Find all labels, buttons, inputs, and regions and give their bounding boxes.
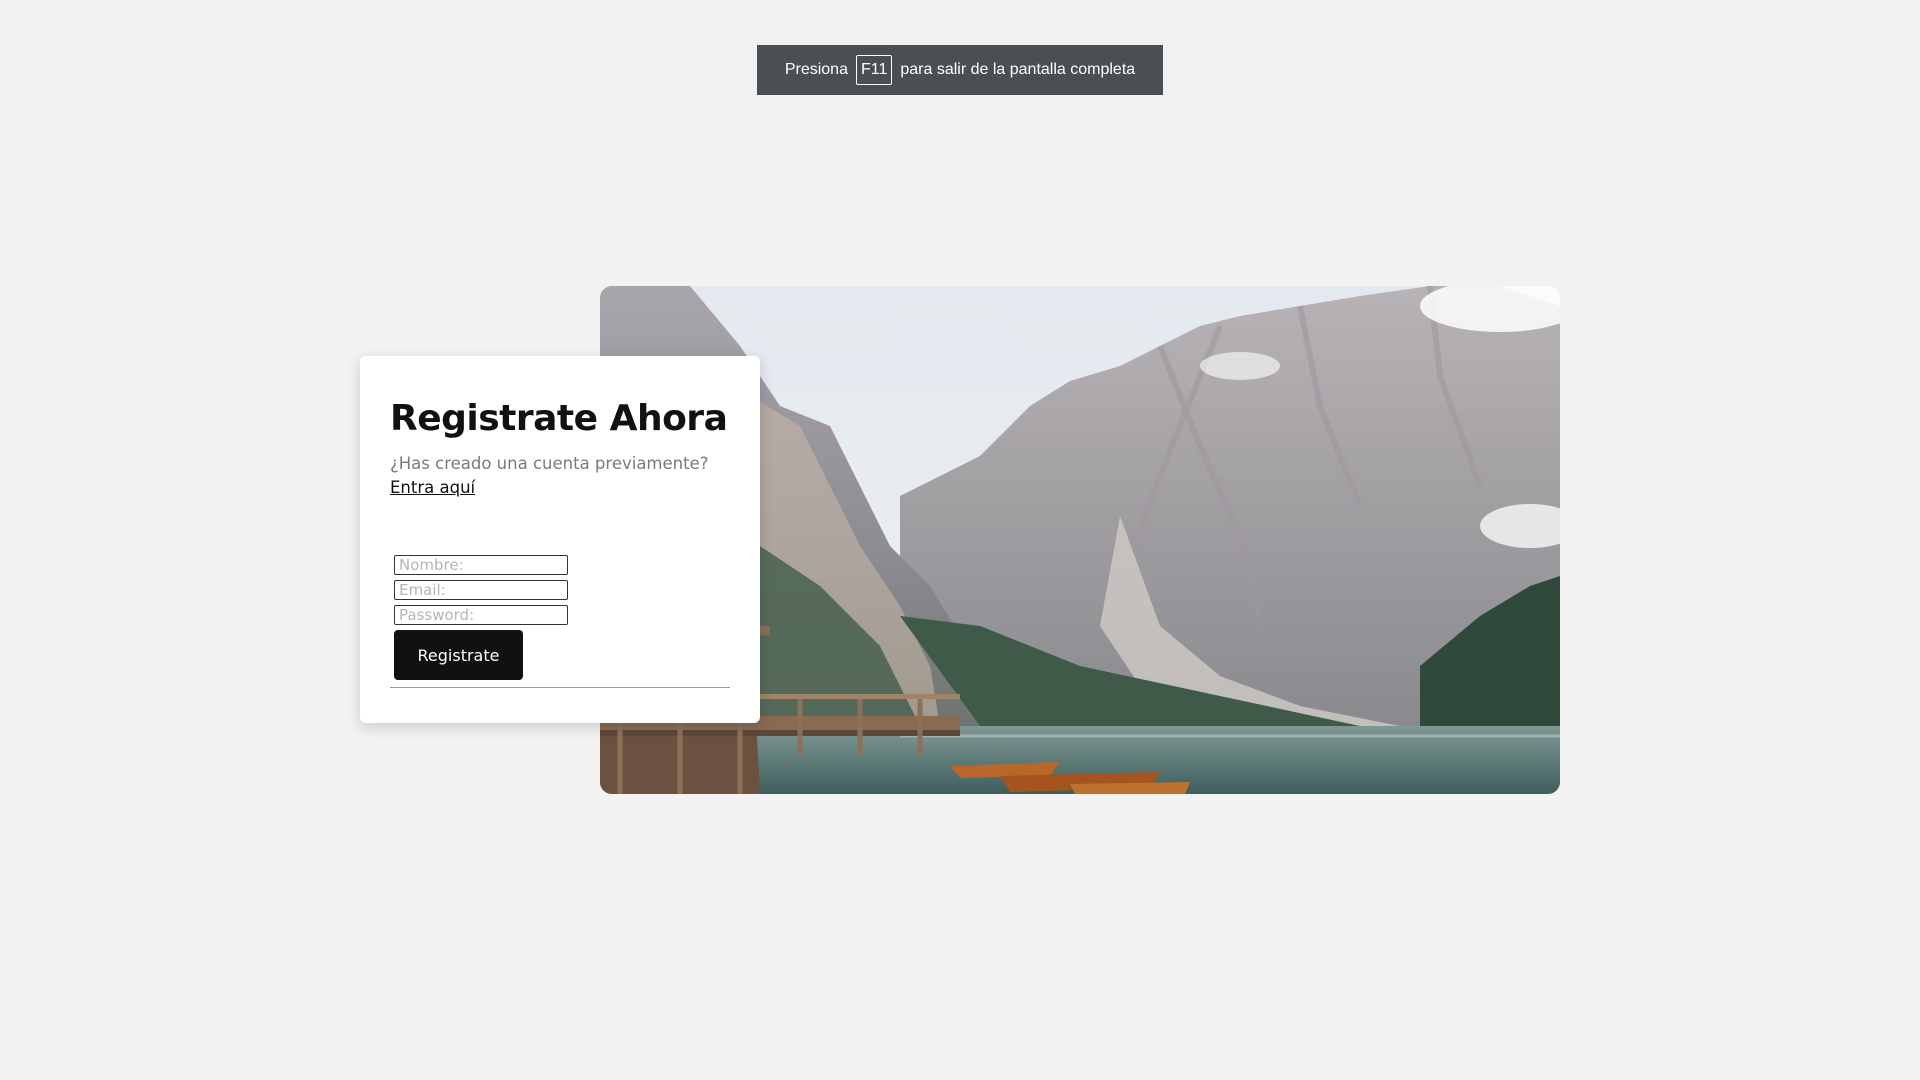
page-title: Registrate Ahora [390,398,728,439]
password-field[interactable] [394,605,568,625]
page: Presiona F11 para salir de la pantalla c… [0,0,1920,1080]
register-button[interactable]: Registrate [394,630,523,680]
fullscreen-notice-before: Presiona [784,61,848,78]
fullscreen-notice: Presiona F11 para salir de la pantalla c… [757,45,1163,95]
subtitle: ¿Has creado una cuenta previamente? [390,454,709,473]
login-link[interactable]: Entra aquí [390,476,475,500]
fullscreen-notice-after: para salir de la pantalla completa [900,61,1136,78]
divider [390,687,730,688]
register-form: Registrate [394,555,568,680]
email-field[interactable] [394,580,568,600]
f11-key: F11 [855,55,893,85]
register-card: Registrate Ahora ¿Has creado una cuenta … [360,356,760,723]
name-field[interactable] [394,555,568,575]
